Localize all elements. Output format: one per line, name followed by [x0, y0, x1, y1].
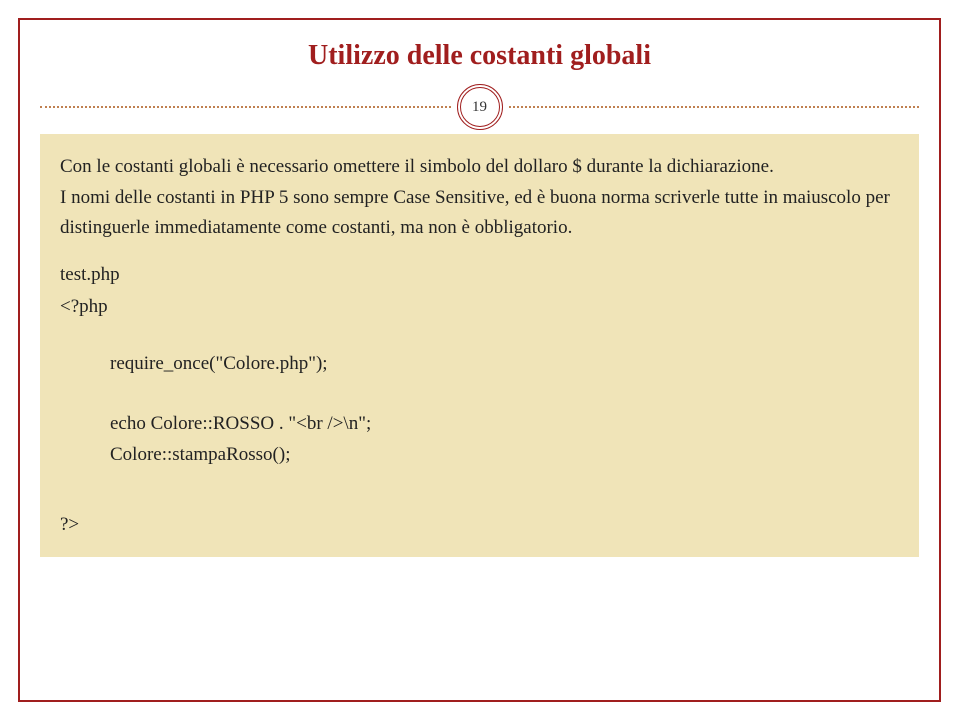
- paragraph-1: Con le costanti globali è necessario ome…: [60, 152, 899, 181]
- code-line-echo: echo Colore::ROSSO . "<br />\n";: [110, 409, 899, 438]
- page-number-badge: 19: [457, 84, 503, 130]
- slide-content: Utilizzo delle costanti globali 19 Con l…: [40, 40, 919, 680]
- dotted-line-left: [40, 106, 451, 108]
- php-close-tag: ?>: [60, 510, 899, 539]
- code-block: require_once("Colore.php"); echo Colore:…: [110, 349, 899, 469]
- code-line-call: Colore::stampaRosso();: [110, 440, 899, 469]
- paragraph-2: I nomi delle costanti in PHP 5 sono semp…: [60, 183, 899, 242]
- file-label: test.php: [60, 260, 899, 289]
- divider-row: 19: [40, 84, 919, 130]
- page-number: 19: [472, 99, 487, 116]
- php-open-tag: <?php: [60, 292, 899, 321]
- code-line-require: require_once("Colore.php");: [110, 349, 899, 378]
- dotted-line-right: [509, 106, 920, 108]
- body-panel: Con le costanti globali è necessario ome…: [40, 134, 919, 557]
- slide-title: Utilizzo delle costanti globali: [40, 40, 919, 72]
